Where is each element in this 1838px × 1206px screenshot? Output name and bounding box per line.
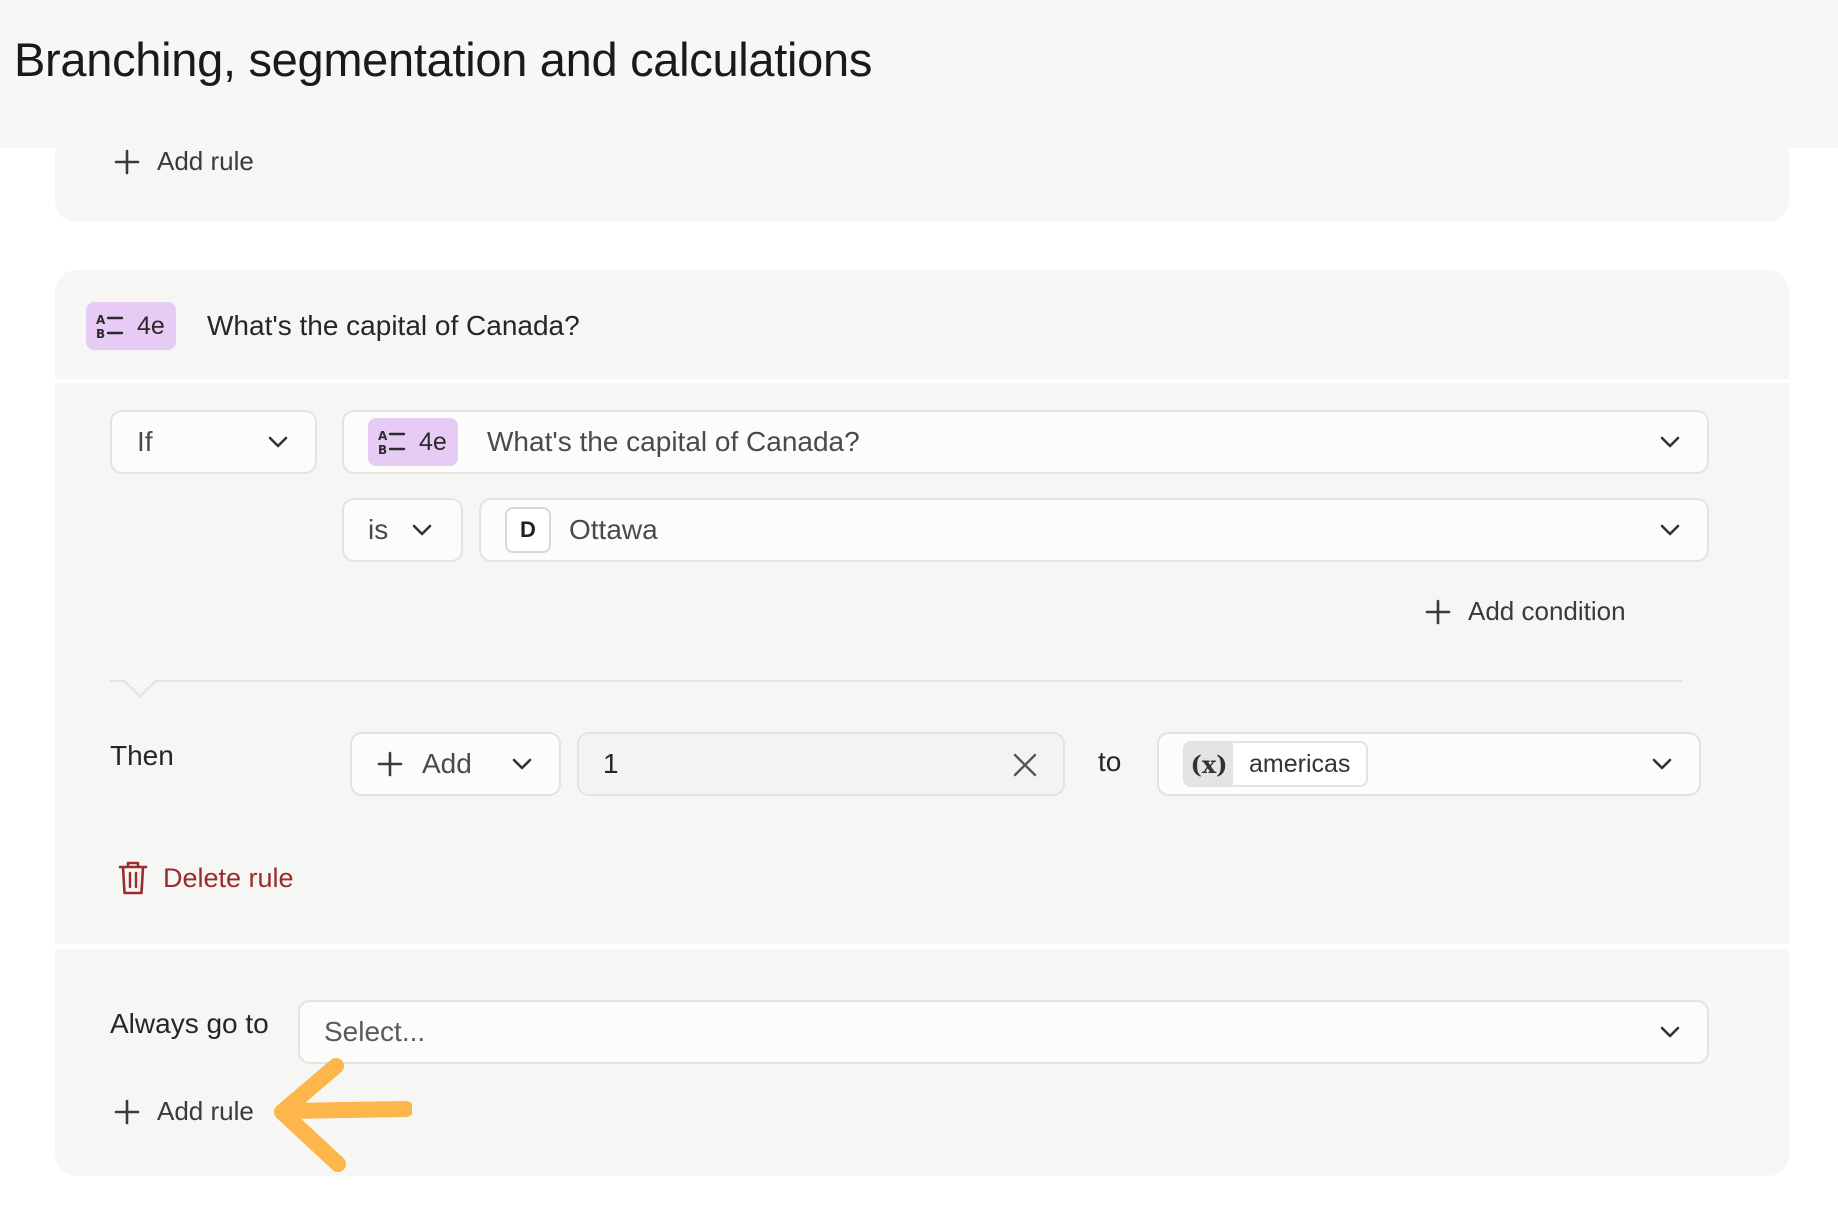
add-rule-label: Add rule bbox=[157, 1096, 254, 1126]
question-select[interactable]: A B 4e What's the capital of Canada? bbox=[342, 410, 1709, 474]
svg-text:A: A bbox=[96, 313, 106, 327]
question-select-badge-label: 4e bbox=[419, 427, 447, 456]
answer-select[interactable]: D Ottawa bbox=[479, 498, 1709, 562]
add-rule-button[interactable]: Add rule bbox=[113, 1096, 254, 1127]
question-title: What's the capital of Canada? bbox=[207, 310, 580, 341]
add-rule-label: Add rule bbox=[157, 146, 254, 176]
amount-input-value: 1 bbox=[603, 748, 619, 779]
chevron-down-icon bbox=[1660, 436, 1680, 448]
svg-text:A: A bbox=[378, 429, 388, 443]
chevron-down-icon bbox=[268, 436, 288, 448]
chevron-down-icon bbox=[1652, 758, 1672, 770]
question-badge-label: 4e bbox=[137, 311, 165, 340]
plus-icon bbox=[114, 1099, 140, 1124]
if-select-value: If bbox=[137, 426, 153, 457]
if-select[interactable]: If bbox=[110, 410, 317, 474]
section-separator bbox=[55, 944, 1789, 949]
question-select-value: What's the capital of Canada? bbox=[487, 426, 860, 457]
action-select-value: Add bbox=[422, 748, 472, 779]
question-select-badge: A B 4e bbox=[368, 418, 458, 466]
then-label: Then bbox=[110, 740, 174, 771]
svg-text:B: B bbox=[378, 443, 387, 457]
always-go-to-select[interactable]: Select... bbox=[298, 1000, 1709, 1064]
answer-key-badge: D bbox=[505, 507, 551, 553]
variable-icon: (x) bbox=[1185, 743, 1233, 785]
condition-divider bbox=[110, 680, 1682, 682]
operator-select-value: is bbox=[368, 514, 389, 545]
svg-text:B: B bbox=[96, 327, 105, 341]
delete-rule-label: Delete rule bbox=[163, 862, 294, 893]
multiple-choice-icon: A B bbox=[96, 313, 124, 341]
add-rule-button[interactable]: Add rule bbox=[113, 146, 254, 177]
chevron-down-icon bbox=[412, 524, 432, 536]
add-condition-label: Add condition bbox=[1468, 596, 1626, 626]
plus-icon bbox=[114, 149, 140, 174]
plus-icon bbox=[1425, 599, 1451, 624]
add-condition-button[interactable]: Add condition bbox=[1424, 596, 1626, 627]
variable-name: americas bbox=[1249, 749, 1351, 778]
chevron-down-icon bbox=[512, 758, 532, 770]
page-header: Branching, segmentation and calculations bbox=[0, 0, 1838, 148]
delete-rule-button[interactable]: Delete rule bbox=[117, 860, 294, 896]
always-go-to-label: Always go to bbox=[110, 1008, 269, 1039]
divider-notch bbox=[123, 664, 157, 698]
always-go-to-placeholder: Select... bbox=[324, 1016, 426, 1047]
chevron-down-icon bbox=[1660, 524, 1680, 536]
variable-select[interactable]: (x) americas bbox=[1157, 732, 1701, 796]
question-logic-card: A B 4e What's the capital of Canada? If … bbox=[55, 270, 1789, 1176]
trash-icon bbox=[118, 861, 148, 895]
to-label: to bbox=[1098, 746, 1122, 777]
action-select[interactable]: Add bbox=[350, 732, 561, 796]
close-icon[interactable] bbox=[1011, 751, 1039, 779]
question-header: A B 4e What's the capital of Canada? bbox=[55, 270, 1789, 383]
answer-select-value: Ottawa bbox=[569, 514, 658, 545]
operator-select[interactable]: is bbox=[342, 498, 463, 562]
amount-input[interactable]: 1 bbox=[577, 732, 1065, 796]
chevron-down-icon bbox=[1660, 1026, 1680, 1038]
multiple-choice-icon: A B bbox=[378, 429, 406, 457]
variable-chip: (x) americas bbox=[1183, 741, 1369, 787]
arrow-annotation-icon bbox=[274, 1058, 412, 1172]
question-badge: A B 4e bbox=[86, 302, 176, 350]
plus-icon bbox=[377, 751, 403, 777]
page-title: Branching, segmentation and calculations bbox=[14, 33, 873, 86]
